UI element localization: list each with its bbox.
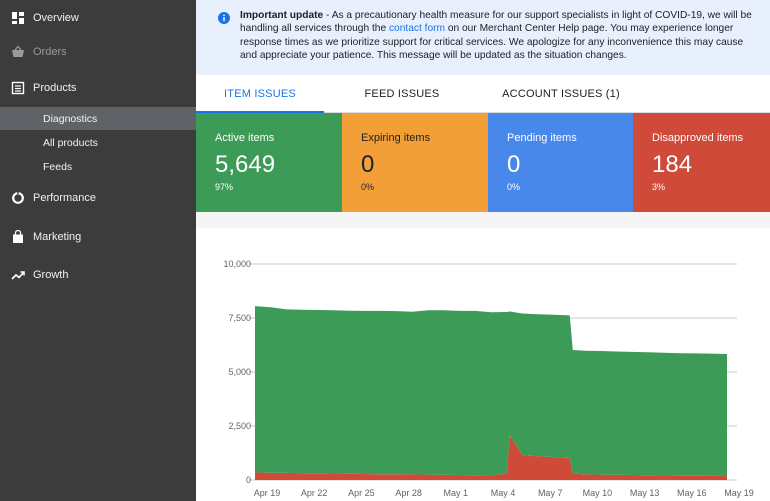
info-icon — [218, 12, 230, 24]
sidebar-item-label: All products — [43, 136, 98, 149]
tile-disapproved-items[interactable]: Disapproved items 184 3% — [633, 113, 770, 212]
y-tick-label: 2,500 — [228, 421, 251, 431]
tile-value: 184 — [652, 151, 693, 178]
x-tick-label: Apr 25 — [348, 488, 375, 498]
sidebar-item-marketing[interactable]: Marketing — [0, 225, 196, 249]
issues-tabs: ITEM ISSUES FEED ISSUES ACCOUNT ISSUES (… — [196, 75, 770, 113]
x-tick-label: Apr 19 — [254, 488, 281, 498]
banner-message: Important update - As a precautionary he… — [240, 9, 760, 63]
x-tick-label: May 10 — [583, 488, 613, 498]
x-tick-label: May 19 — [724, 488, 754, 498]
y-tick-label: 5,000 — [228, 367, 251, 377]
sidebar-item-label: Marketing — [33, 231, 82, 243]
contact-form-link[interactable]: contact form — [389, 23, 445, 34]
y-tick-label: 10,000 — [223, 259, 251, 269]
tile-value: 5,649 — [215, 151, 276, 178]
donut-chart-icon — [12, 191, 24, 204]
list-icon — [11, 81, 25, 95]
trending-up-icon — [11, 271, 25, 280]
sidebar-item-feeds[interactable]: Feeds — [0, 155, 196, 178]
tile-label: Disapproved items — [652, 132, 744, 144]
tile-label: Active items — [215, 132, 275, 144]
x-tick-label: May 7 — [538, 488, 563, 498]
sidebar-item-orders[interactable]: Orders — [0, 40, 196, 64]
tab-account-issues[interactable]: ACCOUNT ISSUES (1) — [466, 75, 656, 113]
shopping-bag-icon — [13, 230, 23, 243]
item-status-area-chart: 0 2,500 5,000 7,500 10,000 Apr 19 Apr 22 Apr 25… — [223, 259, 754, 498]
sidebar-item-products[interactable]: Products — [0, 76, 196, 100]
sidebar-item-all-products[interactable]: All products — [0, 131, 196, 154]
tile-label: Expiring items — [361, 132, 431, 144]
dashboard-icon — [12, 12, 24, 24]
sidebar-item-label: Overview — [33, 12, 79, 24]
sidebar: Overview Orders Products Diagnostics All… — [0, 0, 196, 501]
sidebar-item-label: Diagnostics — [43, 112, 98, 125]
x-tick-label: Apr 22 — [301, 488, 328, 498]
sidebar-item-label: Orders — [33, 46, 67, 58]
sidebar-item-label: Products — [33, 82, 77, 94]
tile-percent: 97% — [215, 182, 234, 192]
y-tick-label: 7,500 — [228, 313, 251, 323]
banner-title: Important update — [240, 10, 324, 21]
tile-percent: 0% — [507, 182, 521, 192]
x-tick-label: May 13 — [630, 488, 660, 498]
tile-expiring-items[interactable]: Expiring items 0 0% — [342, 113, 488, 212]
tile-active-items[interactable]: Active items 5,649 97% — [196, 113, 342, 212]
x-tick-label: May 16 — [677, 488, 707, 498]
sidebar-item-diagnostics[interactable]: Diagnostics — [0, 107, 196, 130]
tile-percent: 3% — [652, 182, 666, 192]
tile-label: Pending items — [507, 132, 577, 144]
tile-value: 0 — [361, 151, 375, 178]
covid-notice-banner: Important update - As a precautionary he… — [196, 0, 770, 75]
tile-pending-items[interactable]: Pending items 0 0% — [488, 113, 633, 212]
active-items-area — [255, 306, 727, 476]
sidebar-item-label: Performance — [33, 192, 96, 204]
y-tick-label: 0 — [246, 475, 251, 485]
tile-percent: 0% — [361, 182, 375, 192]
basket-icon — [12, 45, 24, 57]
x-tick-label: May 1 — [444, 488, 469, 498]
sidebar-item-performance[interactable]: Performance — [0, 186, 196, 210]
sidebar-item-growth[interactable]: Growth — [0, 263, 196, 287]
tab-feed-issues[interactable]: FEED ISSUES — [324, 75, 480, 113]
x-tick-label: Apr 28 — [395, 488, 422, 498]
sidebar-item-label: Feeds — [43, 160, 73, 173]
sidebar-item-label: Growth — [33, 269, 69, 281]
x-tick-label: May 4 — [491, 488, 516, 498]
tile-value: 0 — [507, 151, 521, 178]
sidebar-item-overview[interactable]: Overview — [0, 6, 196, 30]
tab-item-issues[interactable]: ITEM ISSUES — [196, 75, 324, 113]
